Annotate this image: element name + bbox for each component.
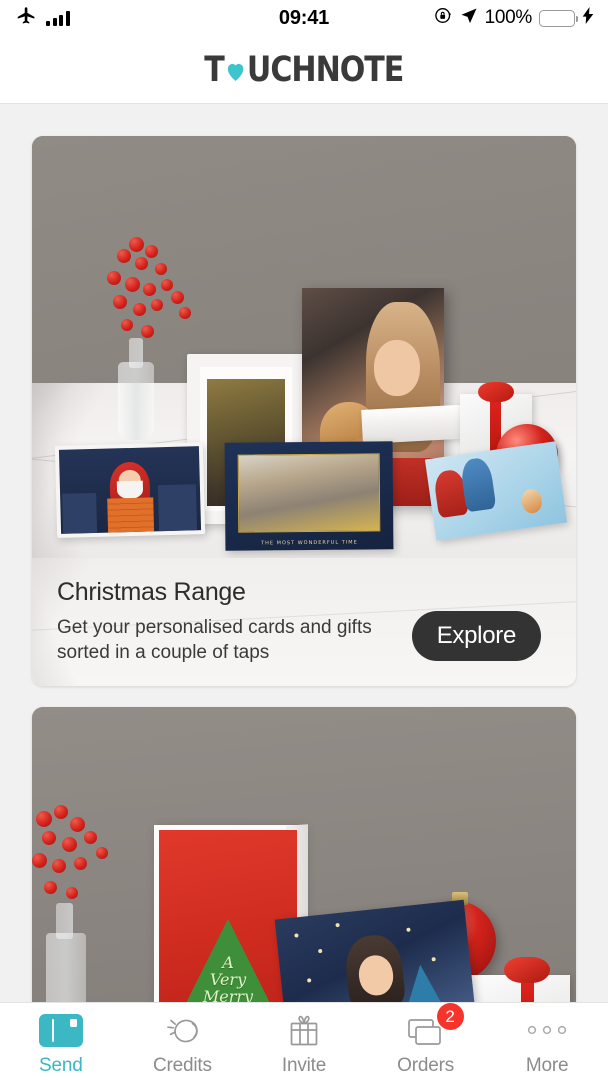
bottom-tab-bar: Send Credits Invite 2 Orders More [0, 1002, 608, 1080]
coin-credits-icon [162, 1011, 202, 1049]
tab-credits[interactable]: Credits [122, 1011, 244, 1077]
red-berries [87, 233, 217, 353]
tab-send-label: Send [39, 1055, 83, 1076]
tab-orders-label: Orders [397, 1055, 455, 1076]
card-script-text: A Very Merry Christmas [202, 952, 254, 1002]
explore-button[interactable]: Explore [411, 611, 541, 661]
tab-invite-label: Invite [281, 1055, 327, 1076]
heart-icon [225, 55, 247, 85]
touchnote-logo[interactable]: T UCHNOTE [204, 49, 404, 90]
promo-hero-image: THE MOST WONDERFUL TIME [32, 136, 576, 558]
stacked-cards-icon: 2 [404, 1003, 464, 1049]
logo-text-prefix: T [204, 49, 225, 90]
status-bar-center: 09:41 [201, 7, 408, 30]
promo-title: Christmas Range [57, 578, 246, 606]
promo-caption-strip: Christmas Range Get your personalised ca… [32, 558, 576, 686]
tab-invite[interactable]: Invite [243, 1011, 365, 1077]
feed-scroll-area[interactable]: THE MOST WONDERFUL TIME Christmas Range … [0, 104, 608, 1002]
promo-hero-image-2: A Very Merry Christmas [32, 707, 576, 1002]
status-bar-left [0, 5, 201, 31]
tab-credits-label: Credits [152, 1055, 212, 1076]
orders-badge: 2 [436, 1003, 464, 1030]
location-arrow-icon [460, 7, 478, 30]
signal-bars-icon [46, 10, 70, 26]
photo-card-caption: THE MOST WONDERFUL TIME [261, 539, 358, 547]
battery-percent-label: 100% [484, 7, 533, 28]
glass-vase [118, 362, 154, 440]
battery-full-icon [538, 9, 578, 27]
rotation-lock-icon [434, 6, 453, 30]
santa-chimney-card [54, 442, 206, 538]
red-berries-2 [32, 805, 142, 909]
app-header: T UCHNOTE [0, 36, 608, 104]
logo-text-suffix: UCHNOTE [247, 49, 404, 90]
status-bar-clock: 09:41 [278, 6, 330, 29]
tab-more-label: More [525, 1055, 569, 1076]
glass-bottle [46, 933, 86, 1002]
charging-bolt-icon [582, 7, 594, 29]
promo-card-merry-christmas[interactable]: A Very Merry Christmas [32, 707, 576, 1002]
tab-more[interactable]: More [486, 1011, 608, 1077]
navy-photo-card-couple: THE MOST WONDERFUL TIME [224, 441, 394, 551]
tab-send[interactable]: Send [0, 1011, 122, 1077]
promo-subtitle: Get your personalised cards and gifts so… [57, 617, 372, 664]
status-bar: 09:41 100% [0, 0, 608, 36]
wrapped-gift-large [460, 957, 570, 1002]
card-send-icon [38, 1011, 83, 1049]
promo-card-christmas-range[interactable]: THE MOST WONDERFUL TIME Christmas Range … [32, 136, 576, 686]
status-bar-right: 100% [407, 6, 608, 30]
gift-box-icon [286, 1011, 322, 1049]
tab-orders[interactable]: 2 Orders [365, 1003, 487, 1077]
airplane-mode-icon [16, 5, 37, 31]
ellipsis-icon [522, 1011, 572, 1049]
